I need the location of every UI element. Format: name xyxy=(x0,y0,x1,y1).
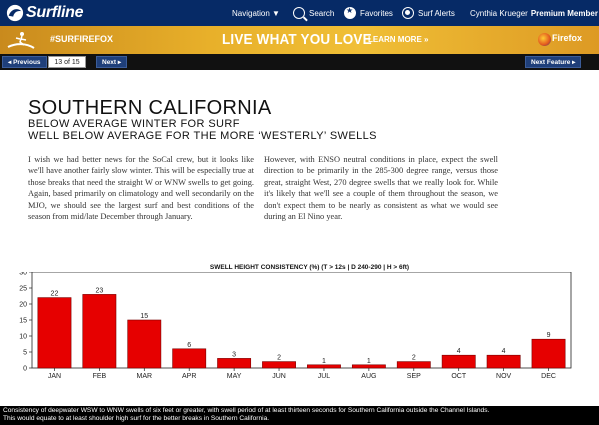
user-name: Cynthia Krueger xyxy=(470,8,528,18)
y-tick-label: 15 xyxy=(19,318,27,325)
bar-nov xyxy=(486,354,521,369)
x-tick-label: MAY xyxy=(227,373,242,380)
bar-value-label: 4 xyxy=(502,348,506,355)
navigation-label: Navigation ▼ xyxy=(232,8,280,18)
article-title: SOUTHERN CALIFORNIA xyxy=(28,97,272,119)
x-tick-label: APR xyxy=(182,373,196,380)
search-label: Search xyxy=(309,8,335,18)
page-counter: 13 of 15 xyxy=(48,56,86,68)
bar-value-label: 1 xyxy=(367,358,371,365)
bar-value-label: 6 xyxy=(187,342,191,349)
bar-apr xyxy=(172,348,207,369)
y-tick-label: 0 xyxy=(23,366,27,373)
bar-oct xyxy=(441,354,476,369)
article-paragraph-right: However, with ENSO neutral conditions in… xyxy=(264,155,498,222)
bar-dec xyxy=(531,338,566,369)
bar-value-label: 2 xyxy=(277,355,281,362)
banner-headline: LIVE WHAT YOU LOVE xyxy=(222,31,372,48)
bar-value-label: 9 xyxy=(547,332,551,339)
next-button[interactable]: Next ▸ xyxy=(96,56,128,68)
x-tick-label: OCT xyxy=(451,373,467,380)
bar-jul xyxy=(307,364,341,369)
x-tick-label: SEP xyxy=(407,373,421,380)
article-paragraph-left: I wish we had better news for the SoCal … xyxy=(28,155,254,222)
bar-value-label: 4 xyxy=(457,348,461,355)
bar-value-label: 22 xyxy=(51,291,59,298)
x-tick-label: FEB xyxy=(93,373,107,380)
app-root: Surfline Navigation ▼ Search Favorites S… xyxy=(0,0,599,425)
bar-may xyxy=(217,358,252,369)
swell-consistency-bar-chart: 0 5 10 15 20 25 30 22 JAN 23 FEB 15 MAR 6 APR 3 MAY 2 JUN 1… xyxy=(19,272,572,380)
surfline-logo[interactable]: Surfline xyxy=(6,3,83,23)
bar-jan xyxy=(37,297,72,369)
y-tick-label: 5 xyxy=(23,350,27,357)
bar-feb xyxy=(82,294,117,369)
top-navigation-bar: Surfline Navigation ▼ Search Favorites S… xyxy=(0,0,599,26)
search-icon xyxy=(293,7,305,19)
article-subtitle-1: BELOW AVERAGE WINTER FOR SURF xyxy=(28,118,240,130)
chart-title: SWELL HEIGHT CONSISTENCY (%) (T > 12s | … xyxy=(209,264,410,271)
x-tick-label: JUL xyxy=(318,373,331,380)
favorites-button[interactable]: Favorites xyxy=(344,0,393,26)
bar-value-label: 1 xyxy=(322,358,326,365)
search-button[interactable]: Search xyxy=(293,0,334,26)
favorites-label: Favorites xyxy=(360,8,393,18)
bar-aug xyxy=(351,364,386,369)
bar-value-label: 23 xyxy=(95,287,103,294)
article-subtitle-2: WELL BELOW AVERAGE FOR THE MORE ‘WESTERL… xyxy=(28,130,377,142)
caption-line-2: This would equate to at least shoulder h… xyxy=(3,415,270,422)
x-tick-label: AUG xyxy=(361,373,376,380)
y-tick-label: 30 xyxy=(19,272,27,277)
logo-text: Surfline xyxy=(26,4,84,21)
surfer-icon xyxy=(7,32,35,49)
x-tick-label: DEC xyxy=(541,373,556,380)
x-tick-label: JUN xyxy=(272,373,286,380)
feature-pager-bar: ◂ Previous 13 of 15 Next ▸ Next Feature … xyxy=(0,54,599,70)
y-tick-label: 20 xyxy=(19,302,27,309)
firefox-logo-icon xyxy=(538,33,551,46)
banner-learn-more[interactable]: LEARN MORE » xyxy=(368,35,428,44)
alert-icon xyxy=(402,7,414,19)
user-account-link[interactable]: Cynthia Krueger Premium Member xyxy=(470,0,598,26)
firefox-banner-ad[interactable]: #SURFIREFOX LIVE WHAT YOU LOVE LEARN MOR… xyxy=(0,26,599,54)
star-icon xyxy=(344,6,356,19)
x-tick-label: JAN xyxy=(48,373,61,380)
caption-line-1: Consistency of deepwater WSW to WNW swel… xyxy=(3,407,490,414)
bar-value-label: 3 xyxy=(232,351,236,358)
navigation-menu-button[interactable]: Navigation ▼ xyxy=(232,0,280,26)
surf-alerts-button[interactable]: Surf Alerts xyxy=(402,0,455,26)
bar-mar xyxy=(127,319,162,369)
bar-value-label: 15 xyxy=(140,313,148,320)
next-feature-button[interactable]: Next Feature ▸ xyxy=(525,56,582,68)
membership-label: Premium Member xyxy=(530,8,598,18)
bar-value-label: 2 xyxy=(412,355,416,362)
banner-hashtag: #SURFIREFOX xyxy=(50,34,114,44)
bar-jun xyxy=(262,361,296,369)
banner-brand: Firefox xyxy=(552,33,583,43)
surf-alerts-label: Surf Alerts xyxy=(418,8,455,18)
x-tick-label: MAR xyxy=(137,373,153,380)
bar-sep xyxy=(396,361,431,369)
y-tick-label: 10 xyxy=(19,334,27,341)
x-tick-label: NOV xyxy=(496,373,512,380)
previous-button[interactable]: ◂ Previous xyxy=(2,56,47,68)
chart-caption: Consistency of deepwater WSW to WNW swel… xyxy=(0,406,599,425)
y-tick-label: 25 xyxy=(19,286,27,293)
surfline-wave-icon xyxy=(6,4,24,22)
